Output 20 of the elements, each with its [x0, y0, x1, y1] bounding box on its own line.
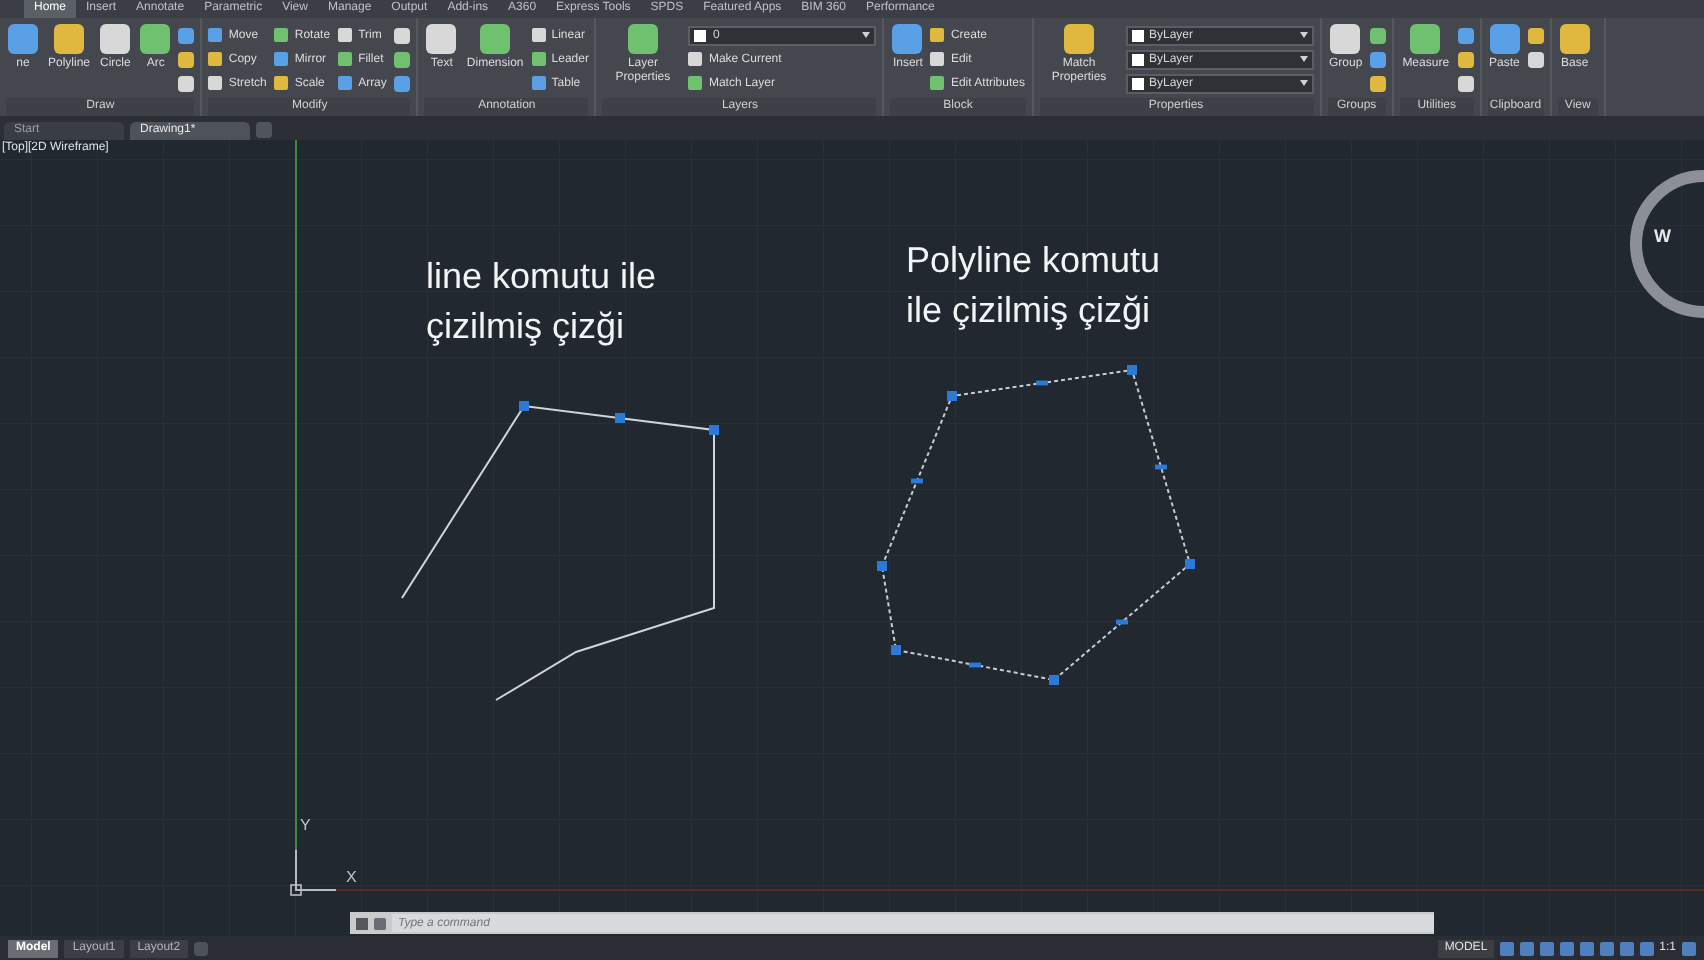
tool-icon: [1064, 24, 1094, 54]
ucs-axes-icon: [290, 849, 337, 896]
viewcube-ring-icon[interactable]: [1630, 170, 1704, 318]
tool-icon: [1330, 24, 1361, 54]
tool-icon: [1489, 24, 1520, 54]
tool-icon: [1559, 24, 1590, 54]
axis-label: Y: [300, 816, 311, 834]
annotation-text: Polyline komutu ile çizilmiş çizği: [906, 238, 1163, 334]
tool-icon: [140, 24, 171, 54]
annotation-text: line komutu ile çizilmiş çizği: [426, 254, 659, 350]
tool-icon: [892, 24, 923, 54]
tool-icon: [100, 24, 131, 54]
tool-icon: [1410, 24, 1441, 54]
tool-icon: [480, 24, 511, 54]
tool-icon: [627, 24, 658, 54]
axis-label: X: [346, 868, 357, 886]
compass-label[interactable]: W: [1654, 226, 1671, 246]
tool-icon: [426, 24, 457, 54]
tool-icon: [54, 24, 84, 54]
tool-icon: [8, 24, 38, 54]
